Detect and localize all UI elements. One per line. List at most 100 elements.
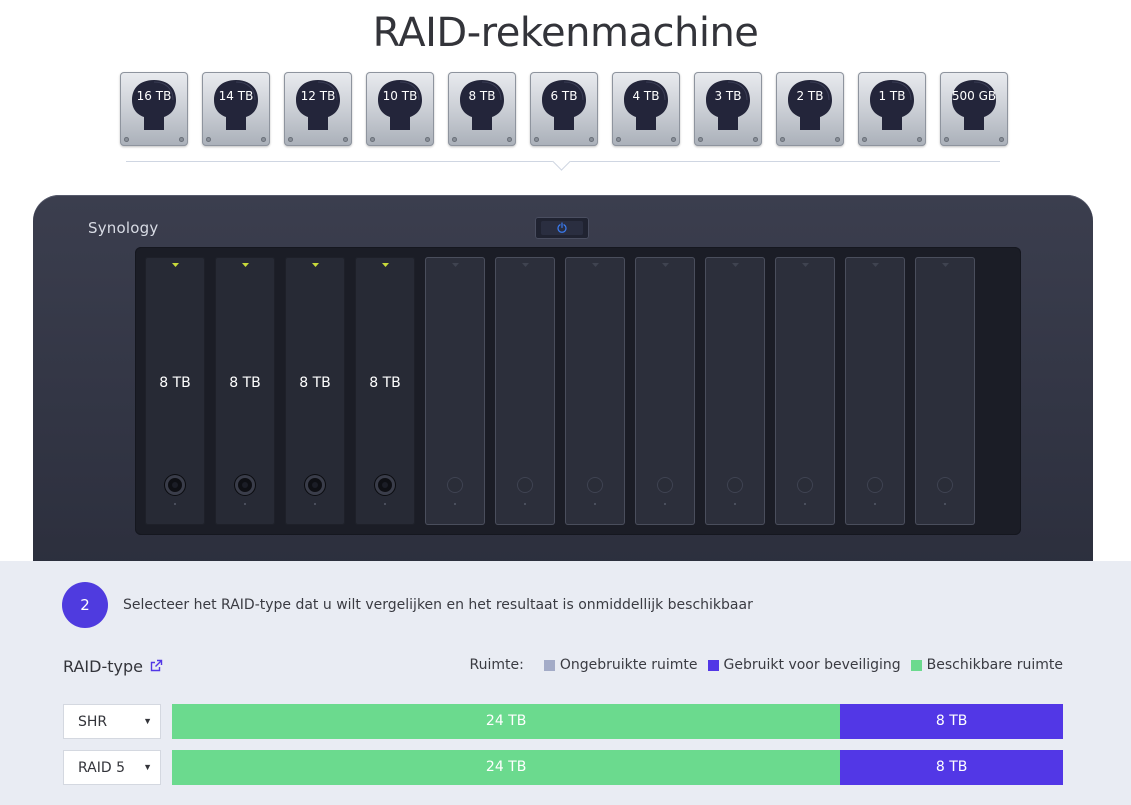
bay-lock-icon <box>727 477 743 493</box>
capacity-segment-available: 24 TB <box>172 704 841 739</box>
bay-lock-icon <box>937 477 953 493</box>
bay-indicator <box>944 503 946 505</box>
hard-drive-icon <box>540 78 588 134</box>
drive-bay-panel: 8 TB 8 TB 8 TB 8 TB <box>135 247 1021 535</box>
bay-indicator <box>664 503 666 505</box>
bay-lock-icon <box>797 477 813 493</box>
bay-indicator <box>874 503 876 505</box>
drive-bay-empty[interactable] <box>775 257 835 525</box>
drive-option-label: 500 GB <box>951 89 997 103</box>
power-button[interactable] <box>535 217 589 239</box>
power-icon <box>557 222 567 233</box>
drive-bay-empty[interactable] <box>635 257 695 525</box>
synology-logo: Synology <box>88 219 159 237</box>
hard-drive-icon <box>458 78 506 134</box>
status-led-icon <box>452 263 459 267</box>
status-led-icon <box>592 263 599 267</box>
legend-label: Gebruikt voor beveiliging <box>723 657 901 673</box>
drive-option-label: 8 TB <box>468 89 496 103</box>
capacity-segment-protection: 8 TB <box>840 750 1063 785</box>
nas-device: Synology 8 TB 8 TB 8 TB 8 TB <box>33 195 1093 570</box>
bay-lock-icon <box>657 477 673 493</box>
bay-lock-icon <box>867 477 883 493</box>
legend-swatch-protection <box>707 659 719 671</box>
status-led-icon <box>312 263 319 267</box>
drive-option[interactable]: 500 GB <box>940 72 1008 146</box>
bay-lock-icon <box>447 477 463 493</box>
drive-option-label: 2 TB <box>796 89 824 103</box>
bay-indicator <box>454 503 456 505</box>
legend-swatch-unused <box>543 659 555 671</box>
drive-option[interactable]: 14 TB <box>202 72 270 146</box>
page-title: RAID-rekenmachine <box>372 10 759 56</box>
drive-bay-empty[interactable] <box>705 257 765 525</box>
raid-type-value: RAID 5 <box>78 760 126 776</box>
bay-lock-icon <box>587 477 603 493</box>
hard-drive-icon <box>786 78 834 134</box>
bay-lock-icon <box>305 475 325 495</box>
bay-lock-icon <box>235 475 255 495</box>
hard-drive-icon <box>868 78 916 134</box>
drive-option[interactable]: 3 TB <box>694 72 762 146</box>
drive-option[interactable]: 10 TB <box>366 72 434 146</box>
hard-drive-icon <box>294 78 342 134</box>
status-led-icon <box>242 263 249 267</box>
bay-indicator <box>804 503 806 505</box>
bay-indicator <box>244 503 246 505</box>
capacity-segment-protection: 8 TB <box>840 704 1063 739</box>
power-button-face <box>541 221 583 235</box>
drive-option[interactable]: 6 TB <box>530 72 598 146</box>
chevron-down-icon: ▼ <box>143 716 152 726</box>
drive-option-label: 12 TB <box>300 89 336 103</box>
drive-option[interactable]: 1 TB <box>858 72 926 146</box>
raid-row-shr: SHR ▼ 24 TB 8 TB <box>63 704 1063 739</box>
drive-option-label: 4 TB <box>632 89 660 103</box>
drive-bay-filled[interactable]: 8 TB <box>215 257 275 525</box>
external-link-icon[interactable] <box>150 659 163 672</box>
legend-label: Beschikbare ruimte <box>926 657 1063 673</box>
picker-caret <box>552 152 571 171</box>
drive-bay-filled[interactable]: 8 TB <box>145 257 205 525</box>
status-led-icon <box>732 263 739 267</box>
drive-bay-empty[interactable] <box>845 257 905 525</box>
legend-item-protection: Gebruikt voor beveiliging <box>707 657 901 673</box>
drive-option[interactable]: 2 TB <box>776 72 844 146</box>
drive-option[interactable]: 8 TB <box>448 72 516 146</box>
capacity-bar: 24 TB 8 TB <box>172 750 1063 785</box>
raid-type-label: RAID-type <box>63 657 143 676</box>
space-legend: Ruimte: Ongebruikte ruimte Gebruikt voor… <box>469 657 1063 673</box>
step-instruction: Selecteer het RAID-type dat u wilt verge… <box>123 597 753 613</box>
status-led-icon <box>172 263 179 267</box>
drive-option-label: 3 TB <box>714 89 742 103</box>
bay-lock-icon <box>165 475 185 495</box>
step-badge: 2 <box>62 582 108 628</box>
drive-option-label: 16 TB <box>136 89 172 103</box>
bay-indicator <box>314 503 316 505</box>
bay-capacity: 8 TB <box>229 375 261 391</box>
hard-drive-icon <box>376 78 424 134</box>
drive-bay-filled[interactable]: 8 TB <box>355 257 415 525</box>
raid-row-raid5: RAID 5 ▼ 24 TB 8 TB <box>63 750 1063 785</box>
status-led-icon <box>872 263 879 267</box>
drive-bay-empty[interactable] <box>495 257 555 525</box>
drive-bay-empty[interactable] <box>565 257 625 525</box>
hard-drive-icon <box>212 78 260 134</box>
bay-capacity: 8 TB <box>369 375 401 391</box>
bay-indicator <box>594 503 596 505</box>
hard-drive-icon <box>950 78 998 134</box>
drive-bay-empty[interactable] <box>425 257 485 525</box>
raid-type-select[interactable]: SHR ▼ <box>63 704 161 739</box>
raid-type-select[interactable]: RAID 5 ▼ <box>63 750 161 785</box>
drive-bay-filled[interactable]: 8 TB <box>285 257 345 525</box>
drive-option[interactable]: 16 TB <box>120 72 188 146</box>
status-led-icon <box>522 263 529 267</box>
drive-option[interactable]: 12 TB <box>284 72 352 146</box>
bay-capacity: 8 TB <box>299 375 331 391</box>
drive-bay-empty[interactable] <box>915 257 975 525</box>
capacity-bar: 24 TB 8 TB <box>172 704 1063 739</box>
bay-indicator <box>524 503 526 505</box>
bay-indicator <box>174 503 176 505</box>
drive-picker: 16 TB 14 TB 12 TB 10 TB 8 TB 6 TB 4 TB 3 TB 2 TB… <box>120 72 1010 148</box>
drive-option[interactable]: 4 TB <box>612 72 680 146</box>
bay-indicator <box>384 503 386 505</box>
